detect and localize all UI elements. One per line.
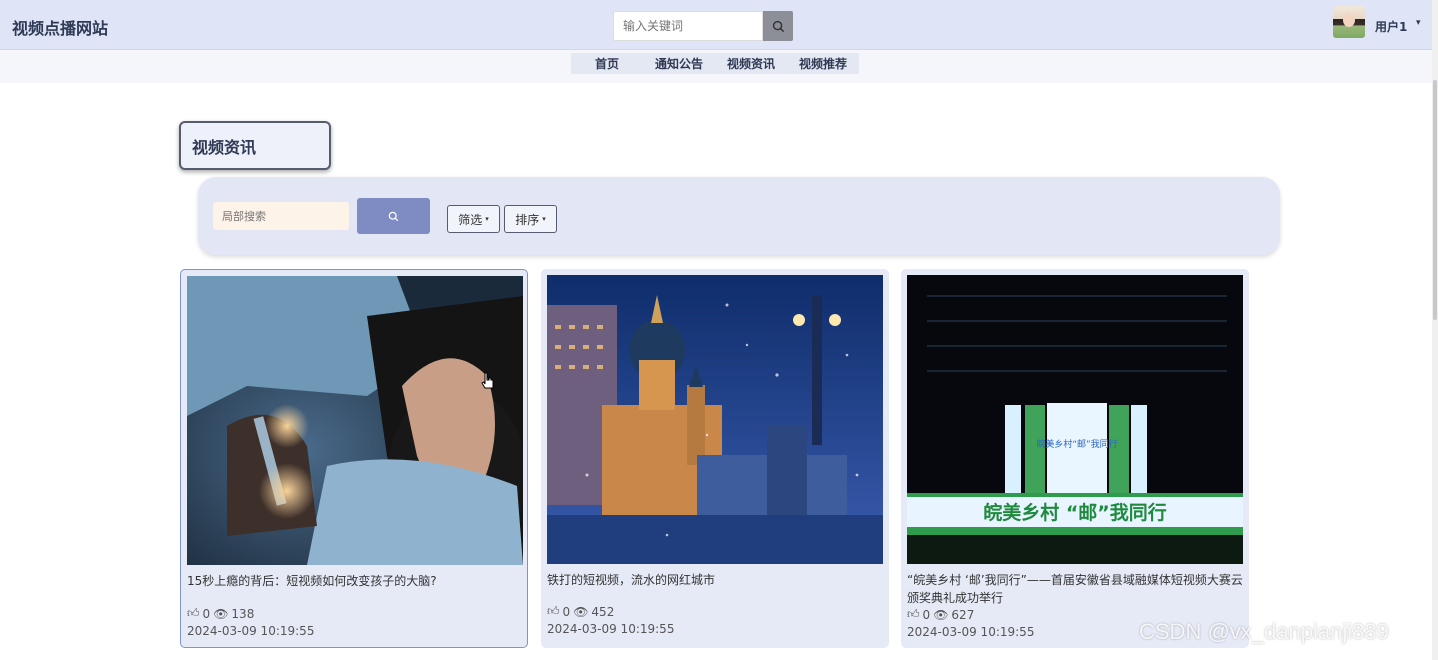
filter-dropdown-button[interactable]: 筛选 ▾	[447, 205, 500, 233]
stage-screen-text: 皖美乡村“邮”我同行	[1036, 438, 1117, 450]
video-card-stats: 👍︎ 0 👁︎ 627	[907, 607, 974, 622]
username[interactable]: 用户1	[1375, 18, 1407, 35]
filter-panel: 筛选▾ 排序▾	[198, 177, 1280, 255]
video-card-date: 2024-03-09 10:19:55	[547, 622, 675, 636]
thumbs-up-icon[interactable]: 👍︎	[187, 606, 200, 621]
eye-icon: 👁︎	[573, 604, 589, 619]
video-card[interactable]: 皖美乡村“邮”我同行 皖美乡村 “邮”我同行 “皖美乡村 ‘邮’我同行”——首届…	[901, 269, 1249, 648]
hand-cursor-icon	[481, 372, 494, 389]
site-title[interactable]: 视频点播网站	[12, 15, 108, 39]
video-card[interactable]: 15秒上瘾的背后：短视频如何改变孩子的大脑? 👍︎ 0 👁︎ 138 2024-…	[180, 269, 528, 648]
video-card-stats: 👍︎ 0 👁︎ 138	[187, 606, 254, 621]
video-thumbnail[interactable]	[547, 275, 883, 564]
nav-item-video-recommend[interactable]: 视频推荐	[787, 55, 859, 72]
video-card-title[interactable]: 铁打的短视频，流水的网红城市	[547, 571, 883, 589]
nav-bar: 首页 通知公告 视频资讯 视频推荐	[0, 50, 1438, 83]
watermark: CSDN @vx_danpianji889	[1139, 619, 1389, 644]
eye-icon: 👁︎	[933, 607, 949, 622]
local-search-button[interactable]	[357, 198, 430, 234]
view-count: 138	[231, 606, 255, 621]
nav-menu: 首页 通知公告 视频资讯 视频推荐	[571, 53, 859, 74]
like-count: 0	[202, 606, 211, 621]
video-card-title[interactable]: 15秒上瘾的背后：短视频如何改变孩子的大脑?	[187, 572, 523, 590]
page-title: 视频资讯	[179, 121, 331, 170]
nav-item-notices[interactable]: 通知公告	[643, 55, 715, 72]
like-count: 0	[922, 607, 931, 622]
sort-label: 排序	[515, 212, 540, 227]
stage-banner-text: 皖美乡村 “邮”我同行	[983, 501, 1167, 524]
like-count: 0	[562, 604, 571, 619]
thumbs-up-icon[interactable]: 👍︎	[547, 604, 560, 619]
scrollbar-thumb[interactable]	[1433, 80, 1437, 320]
video-card-title[interactable]: “皖美乡村 ‘邮’我同行”——首届安徽省县域融媒体短视频大赛云颁奖典礼成功举行	[907, 571, 1243, 607]
video-card[interactable]: 铁打的短视频，流水的网红城市 👍︎ 0 👁︎ 452 2024-03-09 10…	[541, 269, 889, 648]
eye-icon: 👁︎	[213, 606, 229, 621]
global-search-button[interactable]	[763, 11, 793, 41]
video-thumbnail[interactable]: 皖美乡村“邮”我同行 皖美乡村 “邮”我同行	[907, 275, 1243, 564]
local-search-input[interactable]	[213, 202, 349, 230]
sort-dropdown-button[interactable]: 排序 ▾	[504, 205, 557, 233]
video-thumbnail[interactable]	[187, 276, 523, 565]
avatar[interactable]	[1333, 6, 1365, 38]
video-card-date: 2024-03-09 10:19:55	[907, 625, 1035, 639]
nav-item-home[interactable]: 首页	[571, 55, 643, 72]
video-card-date: 2024-03-09 10:19:55	[187, 624, 315, 638]
thumbs-up-icon[interactable]: 👍︎	[907, 607, 920, 622]
search-icon	[388, 211, 399, 221]
nav-item-video-news[interactable]: 视频资讯	[715, 55, 787, 72]
search-icon	[772, 20, 784, 32]
chevron-down-icon[interactable]: ▾	[1416, 18, 1421, 28]
filter-label: 筛选	[458, 212, 483, 227]
view-count: 627	[951, 607, 975, 622]
top-header: 视频点播网站 用户1 ▾	[0, 0, 1438, 50]
caret-down-icon: ▾	[485, 215, 489, 223]
global-search-input[interactable]	[613, 11, 763, 41]
view-count: 452	[591, 604, 615, 619]
video-card-stats: 👍︎ 0 👁︎ 452	[547, 604, 614, 619]
caret-down-icon: ▾	[542, 215, 546, 223]
global-search	[613, 11, 793, 41]
